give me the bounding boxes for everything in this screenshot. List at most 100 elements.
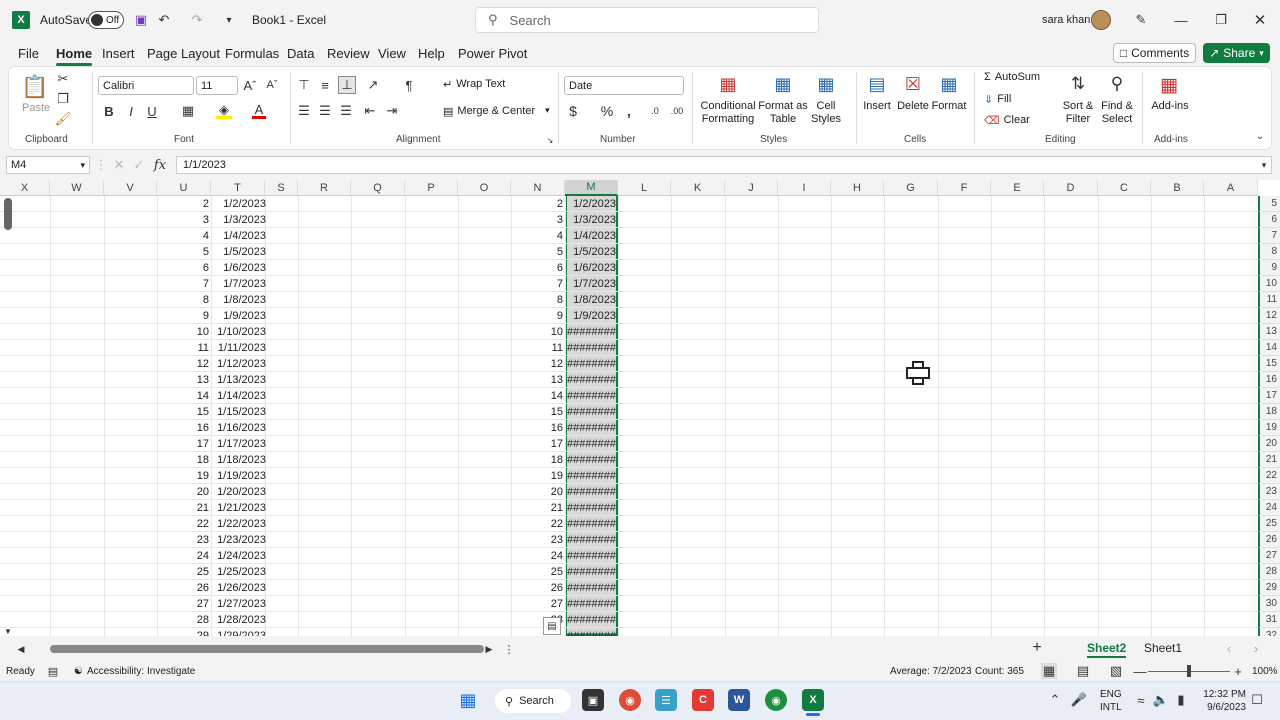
chevron-up-icon[interactable]: ⌃	[1048, 692, 1062, 708]
row-header-16[interactable]: 16	[1258, 372, 1280, 388]
cell[interactable]: 22	[157, 516, 211, 532]
excel-taskbar-icon[interactable]: X	[802, 689, 824, 711]
cell[interactable]: 11	[511, 340, 565, 356]
cell[interactable]: 4	[157, 228, 211, 244]
add-ins-button[interactable]: Add-ins	[1150, 100, 1190, 113]
insert-cells-icon[interactable]: ▤	[864, 73, 890, 95]
cell[interactable]: 12	[511, 356, 565, 372]
cell[interactable]: 1/3/2023	[211, 212, 268, 228]
paste-icon[interactable]: 📋	[21, 72, 48, 102]
cell[interactable]: 1/5/2023	[565, 244, 618, 260]
cell[interactable]: 1/9/2023	[211, 308, 268, 324]
row-header-28[interactable]: 28	[1258, 564, 1280, 580]
vertical-scroll-thumb[interactable]	[4, 198, 12, 230]
autosum-button[interactable]: Σ AutoSum	[984, 71, 1040, 83]
cell[interactable]: ########	[565, 580, 618, 596]
cell[interactable]: ########	[565, 324, 618, 340]
find-select-icon[interactable]: ⚲	[1105, 72, 1129, 96]
cell[interactable]: 1/17/2023	[211, 436, 268, 452]
column-header-I[interactable]: I	[778, 180, 831, 196]
cell[interactable]: 9	[511, 308, 565, 324]
cell[interactable]: 1/23/2023	[211, 532, 268, 548]
zoom-slider-thumb[interactable]	[1187, 665, 1191, 677]
align-middle-icon[interactable]: ≡	[317, 77, 333, 93]
cell[interactable]: ########	[565, 516, 618, 532]
row-header-29[interactable]: 29	[1258, 580, 1280, 596]
designer-icon[interactable]: ✎	[1132, 0, 1150, 40]
share-button[interactable]: ↗ Share ▾	[1203, 43, 1270, 63]
insert-button[interactable]: Insert	[862, 100, 892, 113]
cell[interactable]: 23	[157, 532, 211, 548]
search-box[interactable]: ⚲ Search	[475, 7, 819, 33]
avatar[interactable]	[1091, 0, 1111, 40]
row-header-8[interactable]: 8	[1258, 244, 1280, 260]
fill-color-icon[interactable]: ◈	[216, 102, 232, 119]
cell[interactable]: 2	[157, 196, 211, 212]
cell[interactable]: 15	[157, 404, 211, 420]
cell[interactable]: 6	[157, 260, 211, 276]
cell[interactable]: 10	[511, 324, 565, 340]
cell-styles-button[interactable]: Cell Styles	[806, 100, 846, 126]
worksheet-grid[interactable]: X W V U T S R Q P O N M L K J I H G F E D C B A 5 6 7 8 9 10 11 12 13 14 1…	[0, 180, 1280, 636]
cell[interactable]: 1/8/2023	[211, 292, 268, 308]
cell[interactable]: 16	[157, 420, 211, 436]
row-header-18[interactable]: 18	[1258, 404, 1280, 420]
collapse-ribbon-icon[interactable]: ⌄	[1254, 130, 1266, 142]
cell[interactable]: 18	[511, 452, 565, 468]
alignment-launcher-icon[interactable]: ↘	[545, 135, 555, 145]
column-header-O[interactable]: O	[458, 180, 511, 196]
row-header-5[interactable]: 5	[1258, 196, 1280, 212]
scroll-right-icon[interactable]: ▶	[484, 643, 494, 655]
cell[interactable]: 1/18/2023	[211, 452, 268, 468]
taskbar-search[interactable]: ⚲ Search	[495, 689, 571, 713]
cell[interactable]: ########	[565, 484, 618, 500]
cell[interactable]: 19	[157, 468, 211, 484]
decrease-font-icon[interactable]: Aˇ	[264, 77, 280, 93]
cell[interactable]: 17	[157, 436, 211, 452]
cell[interactable]: 5	[157, 244, 211, 260]
cell[interactable]: 7	[511, 276, 565, 292]
cell[interactable]: 1/2/2023	[211, 196, 268, 212]
cell[interactable]: ########	[565, 564, 618, 580]
cell[interactable]: 22	[511, 516, 565, 532]
accessibility-status[interactable]: ☯ Accessibility: Investigate	[74, 666, 195, 677]
language-indicator[interactable]: ENG INTL	[1100, 688, 1122, 714]
cell[interactable]: 27	[157, 596, 211, 612]
zoom-in-icon[interactable]: +	[1233, 663, 1243, 679]
cell[interactable]: 1/26/2023	[211, 580, 268, 596]
cell[interactable]: 1/11/2023	[211, 340, 268, 356]
wrap-text-button[interactable]: ↵ Wrap Text	[443, 78, 505, 91]
column-header-X[interactable]: X	[0, 180, 50, 196]
cell[interactable]: 1/5/2023	[211, 244, 268, 260]
find-select-button[interactable]: Find & Select	[1098, 100, 1136, 126]
column-header-N[interactable]: N	[511, 180, 565, 196]
word-icon[interactable]: W	[728, 689, 750, 711]
cell[interactable]: 1/7/2023	[565, 276, 618, 292]
sort-filter-icon[interactable]: ⇅	[1066, 72, 1090, 96]
cell[interactable]: 20	[157, 484, 211, 500]
column-header-G[interactable]: G	[884, 180, 938, 196]
align-left-icon[interactable]: ☰	[296, 103, 312, 119]
merge-center-button[interactable]: ▤ Merge & Center ▾	[443, 105, 550, 118]
horizontal-scroll-thumb[interactable]	[50, 645, 484, 653]
cell[interactable]: 1/8/2023	[565, 292, 618, 308]
column-header-M[interactable]: M	[565, 180, 618, 196]
normal-view-icon[interactable]: ▦	[1041, 663, 1057, 679]
scroll-down-icon[interactable]: ▼	[3, 626, 13, 636]
conditional-formatting-button[interactable]: Conditional Formatting	[698, 100, 758, 126]
align-center-icon[interactable]: ☰	[317, 103, 333, 119]
cell[interactable]: ########	[565, 532, 618, 548]
row-header-30[interactable]: 30	[1258, 596, 1280, 612]
borders-icon[interactable]: ▦	[180, 103, 196, 119]
row-header-21[interactable]: 21	[1258, 452, 1280, 468]
cell[interactable]: 12	[157, 356, 211, 372]
number-format-select[interactable]: Date	[564, 76, 684, 95]
cell[interactable]: 15	[511, 404, 565, 420]
format-as-table-button[interactable]: Format as Table	[758, 100, 808, 126]
percent-icon[interactable]: %	[600, 103, 614, 119]
sheet-tab-sheet2[interactable]: Sheet2	[1087, 641, 1127, 658]
cell[interactable]: 1/27/2023	[211, 596, 268, 612]
cell[interactable]: 25	[157, 564, 211, 580]
next-sheet-icon[interactable]: ›	[1251, 641, 1261, 656]
align-bottom-icon[interactable]: ⊥	[338, 76, 356, 94]
